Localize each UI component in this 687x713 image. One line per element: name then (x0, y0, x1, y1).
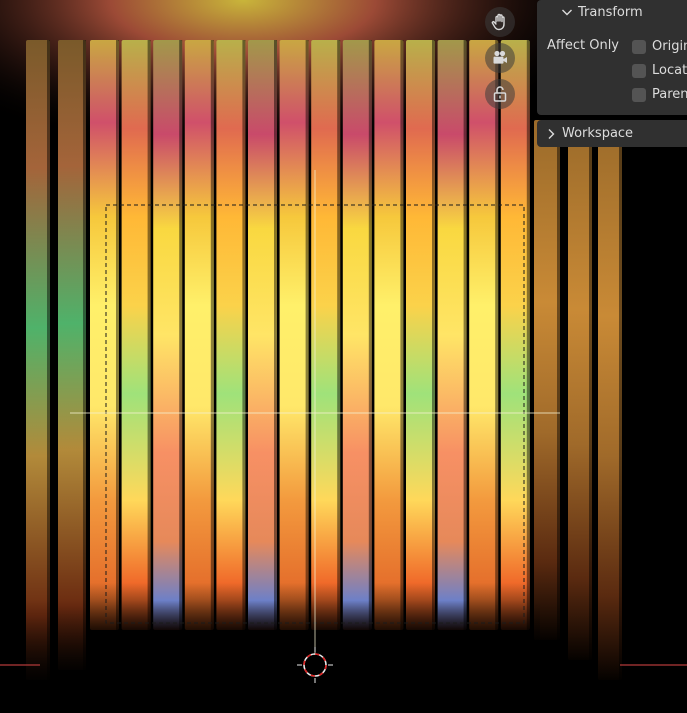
glass-strip (184, 40, 214, 630)
hand-pan-icon[interactable] (485, 7, 515, 37)
sidebar-panel: Transform Affect Only Origins Locations … (537, 0, 687, 148)
strip-edge-shadow (305, 40, 309, 630)
glass-strip (216, 40, 246, 630)
strip-edge-shadow (179, 40, 183, 630)
camera-icon[interactable] (485, 43, 515, 73)
workspace-panel: Workspace (537, 120, 687, 147)
workspace-title: Workspace (562, 126, 634, 141)
strip-edge-shadow (47, 40, 50, 680)
glass-strip (500, 40, 530, 630)
transform-panel-header[interactable]: Transform (537, 0, 687, 24)
strip-edge-shadow (368, 40, 372, 630)
glass-strip (406, 40, 435, 630)
strip-edge-shadow (400, 40, 404, 630)
glass-strip (469, 40, 499, 630)
glass-strip (90, 40, 119, 630)
glass-strip (374, 40, 404, 630)
glass-strip (311, 40, 341, 630)
strip-edge-shadow (242, 40, 246, 630)
checkbox-label: Parents (652, 87, 687, 102)
glass-strip (279, 40, 309, 630)
glass-strip (121, 40, 151, 630)
strip-edge-shadow (337, 40, 341, 630)
strip-edge-shadow (526, 40, 530, 630)
affect-locations-checkbox[interactable]: Locations (632, 63, 687, 78)
strip-edge-shadow (432, 40, 435, 630)
chevron-right-icon (548, 128, 555, 139)
glass-strip (568, 120, 592, 660)
transform-panel: Transform Affect Only Origins Locations … (537, 0, 687, 115)
glass-strip (534, 120, 560, 640)
lock-open-icon[interactable] (485, 79, 515, 109)
glass-strip (342, 40, 372, 630)
floor-shadow (0, 600, 540, 713)
glass-strip (248, 40, 277, 630)
strip-edge-shadow (147, 40, 151, 630)
strip-edge-shadow (495, 40, 499, 630)
glass-strip (58, 40, 86, 670)
affect-only-label: Affect Only (547, 38, 620, 53)
strip-edge-shadow (210, 40, 214, 630)
strip-edge-shadow (557, 120, 560, 640)
strip-edge-shadow (83, 40, 86, 670)
glass-strip (26, 40, 50, 680)
strip-edge-shadow (589, 120, 592, 660)
glass-strip (153, 40, 183, 630)
glass-strip (437, 40, 467, 630)
glass-strip (598, 120, 622, 680)
checkbox-label: Origins (652, 39, 687, 54)
checkbox-box[interactable] (632, 87, 646, 102)
chevron-down-icon (562, 9, 572, 16)
checkbox-label: Locations (652, 63, 687, 78)
checkbox-box[interactable] (632, 39, 646, 54)
strip-edge-shadow (619, 120, 622, 680)
affect-parents-checkbox[interactable]: Parents (632, 87, 687, 102)
strip-edge-shadow (274, 40, 277, 630)
affect-origins-checkbox[interactable]: Origins (632, 39, 687, 54)
checkbox-box[interactable] (632, 63, 646, 78)
strip-edge-shadow (463, 40, 467, 630)
transform-title: Transform (578, 4, 643, 20)
strip-edge-shadow (116, 40, 119, 630)
workspace-panel-header[interactable]: Workspace (537, 120, 687, 147)
